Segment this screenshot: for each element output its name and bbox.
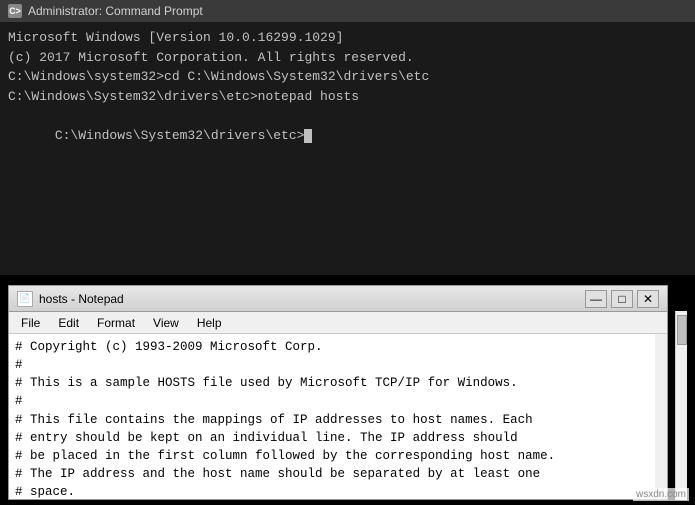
scrollbar[interactable] bbox=[675, 311, 687, 500]
watermark: wsxdn.com bbox=[633, 488, 689, 501]
cmd-content: Microsoft Windows [Version 10.0.16299.10… bbox=[0, 22, 695, 275]
notepad-line-2: # bbox=[15, 356, 649, 374]
menu-edit[interactable]: Edit bbox=[50, 314, 87, 332]
notepad-menubar: File Edit Format View Help bbox=[9, 312, 667, 334]
scrollbar-thumb[interactable] bbox=[677, 315, 687, 345]
cmd-line-8: C:\Windows\System32\drivers\etc> bbox=[8, 106, 687, 165]
notepad-titlebar: 📄 hosts - Notepad — □ ✕ bbox=[9, 286, 667, 312]
notepad-icon: 📄 bbox=[17, 291, 33, 307]
cmd-window: C> Administrator: Command Prompt Microso… bbox=[0, 0, 695, 275]
notepad-line-9: # space. bbox=[15, 483, 649, 499]
notepad-line-6: # entry should be kept on an individual … bbox=[15, 429, 649, 447]
maximize-button[interactable]: □ bbox=[611, 290, 633, 308]
menu-format[interactable]: Format bbox=[89, 314, 143, 332]
notepad-line-3: # This is a sample HOSTS file used by Mi… bbox=[15, 374, 649, 392]
notepad-window: 📄 hosts - Notepad — □ ✕ File Edit Format… bbox=[8, 285, 668, 500]
notepad-line-5: # This file contains the mappings of IP … bbox=[15, 411, 649, 429]
notepad-line-7: # be placed in the first column followed… bbox=[15, 447, 649, 465]
cursor bbox=[304, 129, 312, 143]
close-button[interactable]: ✕ bbox=[637, 290, 659, 308]
menu-file[interactable]: File bbox=[13, 314, 48, 332]
notepad-content[interactable]: # Copyright (c) 1993-2009 Microsoft Corp… bbox=[9, 334, 667, 499]
notepad-controls: — □ ✕ bbox=[585, 290, 659, 308]
notepad-line-4: # bbox=[15, 392, 649, 410]
minimize-button[interactable]: — bbox=[585, 290, 607, 308]
menu-help[interactable]: Help bbox=[189, 314, 230, 332]
cmd-titlebar: C> Administrator: Command Prompt bbox=[0, 0, 695, 22]
cmd-icon: C> bbox=[8, 4, 22, 18]
menu-view[interactable]: View bbox=[145, 314, 187, 332]
cmd-title: Administrator: Command Prompt bbox=[28, 4, 687, 18]
cmd-line-4: C:\Windows\system32>cd C:\Windows\System… bbox=[8, 67, 687, 87]
cmd-line-2: (c) 2017 Microsoft Corporation. All righ… bbox=[8, 48, 687, 68]
notepad-title: hosts - Notepad bbox=[39, 292, 585, 306]
notepad-line-8: # The IP address and the host name shoul… bbox=[15, 465, 649, 483]
cmd-line-1: Microsoft Windows [Version 10.0.16299.10… bbox=[8, 28, 687, 48]
cmd-line-6: C:\Windows\System32\drivers\etc>notepad … bbox=[8, 87, 687, 107]
notepad-line-1: # Copyright (c) 1993-2009 Microsoft Corp… bbox=[15, 338, 649, 356]
